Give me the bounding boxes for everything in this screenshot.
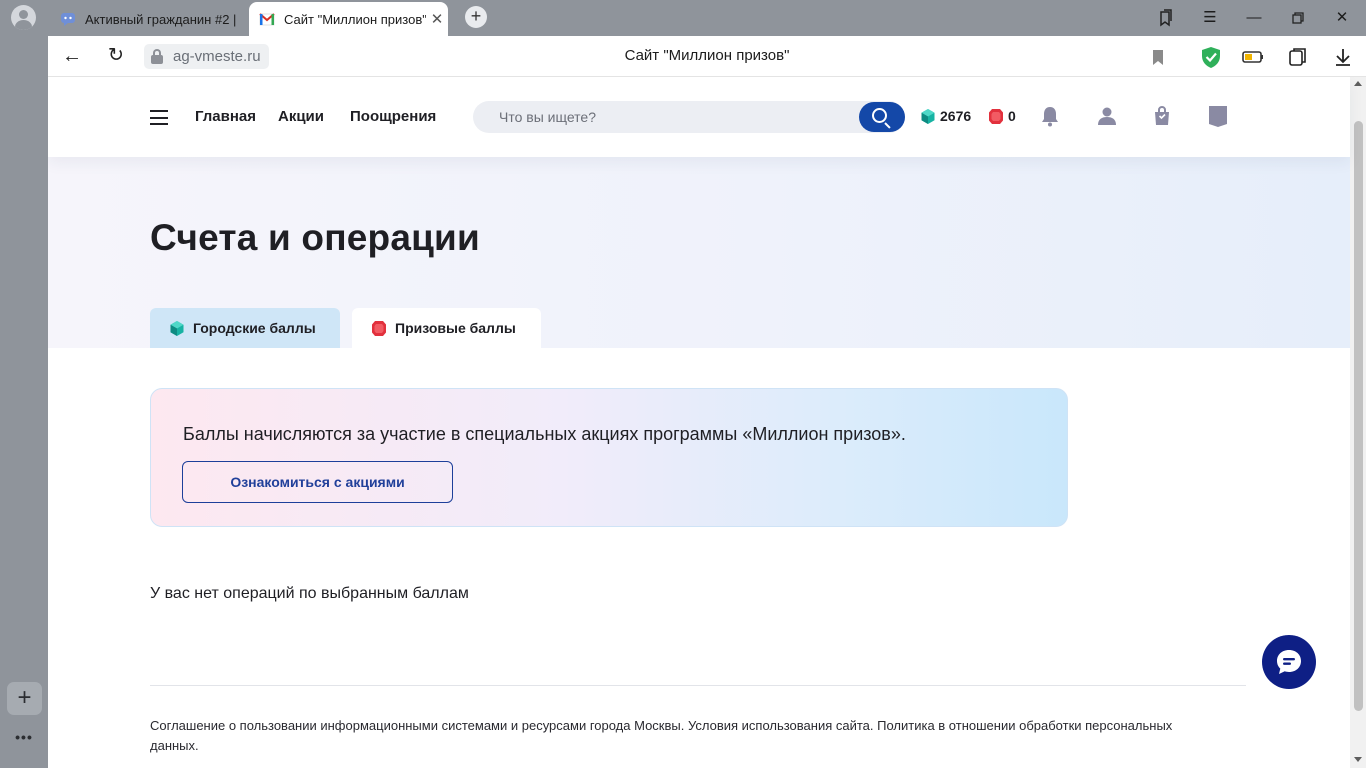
search-input[interactable] <box>473 101 853 133</box>
close-tab-icon[interactable]: ✕ <box>426 10 448 28</box>
restore-icon[interactable] <box>1287 7 1309 29</box>
minimize-icon[interactable]: — <box>1243 7 1265 29</box>
nav-rewards[interactable]: Поощрения <box>350 108 436 125</box>
tab-label: Городские баллы <box>193 320 316 336</box>
cart-bag-icon[interactable] <box>1150 104 1174 128</box>
sidebar-add-button[interactable]: + <box>7 682 42 715</box>
bell-icon[interactable] <box>1038 104 1062 128</box>
page-scrollbar[interactable] <box>1350 77 1366 768</box>
download-icon[interactable] <box>1331 45 1355 69</box>
search-button[interactable] <box>859 102 905 132</box>
user-icon[interactable] <box>1095 104 1119 128</box>
tab-label: Активный гражданин #2 | <box>85 11 237 27</box>
scroll-up-icon[interactable] <box>1354 81 1362 86</box>
tab-label: Сайт "Миллион призов" <box>284 11 426 27</box>
chat-bubble-icon <box>1277 650 1301 674</box>
profile-avatar-icon[interactable] <box>11 5 36 30</box>
browser-sidebar: + ••• <box>0 0 48 768</box>
green-gem-icon <box>921 108 935 124</box>
shield-icon[interactable] <box>1199 45 1223 69</box>
page-title: Счета и операции <box>150 217 480 258</box>
red-gem-icon <box>989 108 1003 124</box>
chat-support-button[interactable] <box>1262 635 1316 689</box>
bookmark-icon[interactable] <box>1146 45 1170 69</box>
info-card: Баллы начисляются за участие в специальн… <box>150 388 1068 527</box>
nav-promotions[interactable]: Акции <box>278 108 324 125</box>
prize-points-balance[interactable]: 0 <box>989 108 1016 124</box>
city-points-value: 2676 <box>940 108 972 124</box>
bookmark-flag-icon[interactable] <box>1206 104 1230 128</box>
green-gem-icon <box>170 320 184 336</box>
url-field[interactable]: ag-vmeste.ru <box>144 44 269 69</box>
footer-links[interactable]: Соглашение о пользовании информационными… <box>150 716 1210 756</box>
chat-bubble-icon <box>61 13 75 26</box>
collections-icon[interactable] <box>1286 45 1310 69</box>
menu-icon[interactable]: ☰ <box>1199 7 1221 29</box>
scrollbar-thumb[interactable] <box>1354 121 1363 711</box>
tab-active-citizen[interactable]: Активный гражданин #2 | <box>54 2 244 36</box>
empty-operations-message: У вас нет операций по выбранным баллам <box>150 585 469 602</box>
prize-points-value: 0 <box>1008 108 1016 124</box>
city-points-balance[interactable]: 2676 <box>921 108 971 124</box>
nav-home[interactable]: Главная <box>195 108 256 125</box>
tab-label: Призовые баллы <box>395 320 516 336</box>
gmail-icon <box>259 13 275 26</box>
sidebar-more-button[interactable]: ••• <box>12 729 36 745</box>
tab-million-prizes[interactable]: Сайт "Миллион призов" ✕ <box>249 2 448 36</box>
reload-icon[interactable]: ↻ <box>104 45 128 69</box>
url-text: ag-vmeste.ru <box>173 48 261 65</box>
scroll-down-icon[interactable] <box>1354 757 1362 762</box>
red-gem-icon <box>372 320 386 336</box>
tab-prize-points[interactable]: Призовые баллы <box>352 308 541 348</box>
battery-icon[interactable] <box>1241 45 1265 69</box>
page-hero: Счета и операции Городские баллы Призовы… <box>48 157 1350 348</box>
lock-icon <box>150 49 164 64</box>
bookmarks-tab-icon[interactable] <box>1155 7 1177 29</box>
hamburger-menu-icon[interactable] <box>150 110 168 125</box>
info-card-text: Баллы начисляются за участие в специальн… <box>183 424 906 444</box>
site-header: Главная Акции Поощрения 2676 0 <box>48 77 1350 157</box>
back-icon[interactable]: ← <box>60 45 84 69</box>
page-viewport: Главная Акции Поощрения 2676 0 <box>48 77 1366 768</box>
tab-city-points[interactable]: Городские баллы <box>150 308 340 348</box>
footer-divider <box>150 685 1246 686</box>
tab-bar: Активный гражданин #2 | Сайт "Миллион пр… <box>48 0 1366 36</box>
close-icon[interactable]: ✕ <box>1331 7 1353 29</box>
search-box <box>473 101 905 133</box>
address-bar: ← ↻ ag-vmeste.ru Сайт "Миллион призов" <box>48 36 1366 77</box>
view-promotions-button[interactable]: Ознакомиться с акциями <box>182 461 453 503</box>
new-tab-button[interactable]: + <box>465 6 487 28</box>
